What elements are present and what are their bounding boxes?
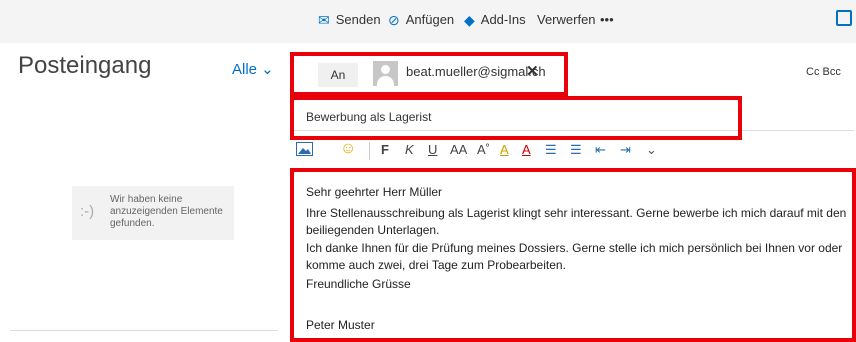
command-bar: ✉ Senden ⊘ Anfügen ◆ Add-Ins Verwerfen •… (0, 0, 856, 43)
addins-icon: ◆ (464, 11, 475, 28)
toolbar-separator (369, 142, 370, 160)
empty-state: :-) Wir haben keine anzuzeigenden Elemen… (72, 186, 234, 240)
recipient-highlight (290, 52, 568, 96)
font-size-button[interactable]: AA (450, 142, 467, 157)
addins-button[interactable]: ◆ Add-Ins (464, 12, 526, 27)
popout-icon[interactable] (836, 10, 852, 26)
send-button[interactable]: ✉ Senden (318, 12, 381, 27)
send-icon: ✉ (318, 11, 330, 28)
smiley-icon: :-) (80, 203, 95, 220)
more-options-button[interactable]: ••• (600, 12, 614, 27)
cc-bcc-link[interactable]: Cc Bcc (806, 66, 841, 78)
attach-button[interactable]: ⊘ Anfügen (388, 12, 454, 27)
send-label: Senden (335, 12, 381, 27)
paperclip-icon: ⊘ (388, 11, 400, 28)
emoji-icon[interactable]: ☺ (340, 140, 356, 158)
bullets-icon[interactable]: ☰ (545, 142, 557, 158)
bold-button[interactable]: F (381, 142, 389, 157)
italic-button[interactable]: K (405, 142, 414, 157)
underline-button[interactable]: U (428, 142, 437, 157)
addins-label: Add-Ins (480, 12, 526, 27)
filter-dropdown[interactable]: Alle ⌄ (232, 60, 274, 78)
chevron-down-icon[interactable]: ⌄ (646, 142, 657, 158)
body-highlight (290, 168, 856, 342)
subject-highlight (290, 96, 742, 140)
numbering-icon[interactable]: ☰ (570, 142, 582, 158)
more-icon: ••• (600, 12, 614, 27)
discard-button[interactable]: Verwerfen (537, 12, 596, 27)
empty-message: Wir haben keine anzuzeigenden Elemente g… (110, 194, 223, 229)
increase-indent-icon[interactable]: ⇥ (620, 142, 631, 158)
discard-label: Verwerfen (537, 12, 596, 27)
font-color-button[interactable]: A (522, 142, 531, 157)
folder-title: Posteingang (18, 52, 152, 79)
decrease-indent-icon[interactable]: ⇤ (595, 142, 606, 158)
attach-label: Anfügen (405, 12, 455, 27)
grow-font-button[interactable]: A˚ (477, 142, 490, 157)
highlight-button[interactable]: A (500, 142, 509, 157)
insert-image-icon[interactable] (296, 142, 313, 159)
divider (10, 330, 278, 331)
